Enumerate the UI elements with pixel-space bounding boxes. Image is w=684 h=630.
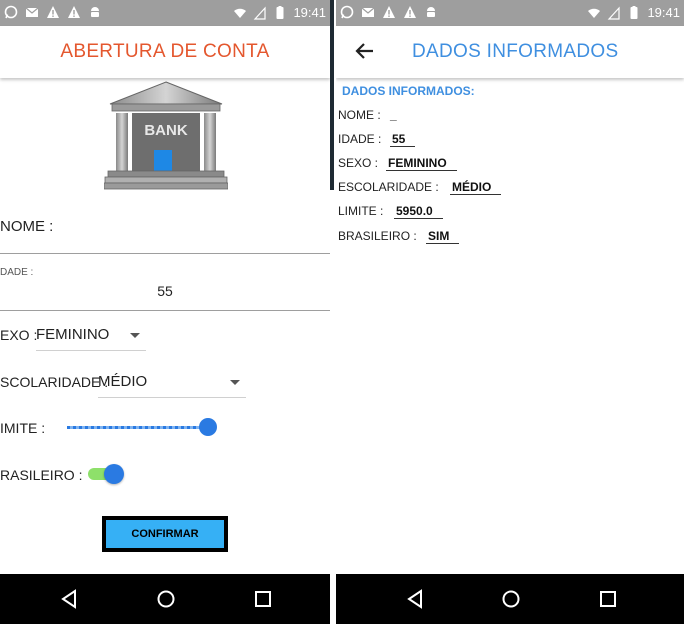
back-nav-icon[interactable] — [404, 588, 426, 610]
signal-icon — [254, 5, 267, 20]
limite-label: IMITE : — [0, 420, 46, 436]
nome-value: _ — [390, 108, 397, 122]
bank-logo-text: BANK — [144, 122, 187, 139]
warning-icon — [68, 6, 80, 18]
limite-label: LIMITE : — [338, 204, 384, 218]
confirm-button[interactable]: CONFIRMAR — [102, 516, 228, 552]
app-bar: ABERTURA DE CONTA — [0, 26, 330, 78]
battery-icon — [630, 5, 638, 19]
mail-icon — [25, 7, 39, 17]
app-bar: DADOS INFORMADOS — [336, 26, 684, 78]
brasileiro-label: BRASILEIRO : — [338, 229, 417, 243]
escolaridade-dropdown[interactable]: MÉDIO — [98, 373, 246, 398]
phone-left-screen: 19:41 ABERTURA DE CONTA BANK NOME : DADE… — [0, 0, 330, 630]
android-icon — [427, 7, 435, 17]
nome-label: NOME : — [0, 218, 54, 235]
escolaridade-label: SCOLARIDADE : — [0, 374, 109, 390]
escolaridade-selected-value: MÉDIO — [98, 373, 148, 390]
limite-slider[interactable] — [67, 418, 217, 438]
home-nav-icon[interactable] — [500, 588, 522, 610]
brasileiro-label: RASILEIRO : — [0, 467, 83, 483]
section-heading: DADOS INFORMADOS: — [342, 84, 475, 98]
bottom-strip — [336, 624, 684, 630]
switch-thumb — [104, 464, 124, 484]
dropdown-arrow-icon — [230, 380, 240, 385]
signal-icon — [608, 5, 621, 20]
limite-value: 5950.0 — [394, 204, 443, 219]
warning-icon — [383, 6, 395, 18]
idade-field-underline — [0, 310, 330, 311]
status-bar: 19:41 — [336, 0, 684, 26]
page-title: DADOS INFORMADOS — [412, 41, 619, 62]
home-nav-icon[interactable] — [155, 588, 177, 610]
sexo-selected-value: FEMININO — [36, 326, 110, 343]
back-arrow-icon[interactable] — [352, 38, 378, 64]
whatsapp-icon — [340, 5, 354, 19]
wifi-icon — [234, 8, 247, 18]
sexo-label: EXO : — [0, 327, 38, 343]
battery-icon — [276, 5, 284, 19]
navigation-bar — [336, 574, 684, 624]
page-title: ABERTURA DE CONTA — [60, 41, 270, 62]
slider-thumb[interactable] — [199, 418, 217, 436]
idade-label: IDADE : — [338, 132, 382, 146]
clock: 19:41 — [647, 5, 680, 20]
slider-track — [67, 426, 207, 429]
sexo-dropdown[interactable]: FEMININO — [36, 326, 146, 351]
brasileiro-switch[interactable] — [88, 463, 126, 485]
whatsapp-icon — [4, 5, 18, 19]
brasileiro-value: SIM — [426, 229, 460, 244]
bank-logo: BANK — [104, 81, 228, 190]
warning-icon — [47, 6, 59, 18]
recents-nav-icon[interactable] — [252, 588, 274, 610]
wifi-icon — [588, 8, 601, 18]
dropdown-arrow-icon — [130, 333, 140, 338]
idade-input[interactable]: 55 — [0, 283, 330, 299]
warning-icon — [404, 6, 416, 18]
escolaridade-label: ESCOLARIDADE : — [338, 180, 439, 194]
status-bar: 19:41 — [0, 0, 330, 26]
android-icon — [91, 7, 99, 17]
idade-label: DADE : — [0, 267, 34, 278]
idade-value: 55 — [390, 132, 416, 147]
escolaridade-value: MÉDIO — [450, 180, 502, 195]
nome-field-underline[interactable] — [0, 253, 330, 254]
navigation-bar — [0, 574, 330, 624]
nome-label: NOME : — [338, 108, 381, 122]
mail-icon — [361, 7, 375, 17]
back-nav-icon[interactable] — [58, 588, 80, 610]
sexo-value: FEMININO — [386, 156, 457, 171]
clock: 19:41 — [293, 5, 326, 20]
bottom-strip — [0, 624, 330, 630]
sexo-label: SEXO : — [338, 156, 379, 170]
recents-nav-icon[interactable] — [597, 588, 619, 610]
phone-right-screen: 19:41 DADOS INFORMADOS DADOS INFORMADOS:… — [336, 0, 684, 630]
